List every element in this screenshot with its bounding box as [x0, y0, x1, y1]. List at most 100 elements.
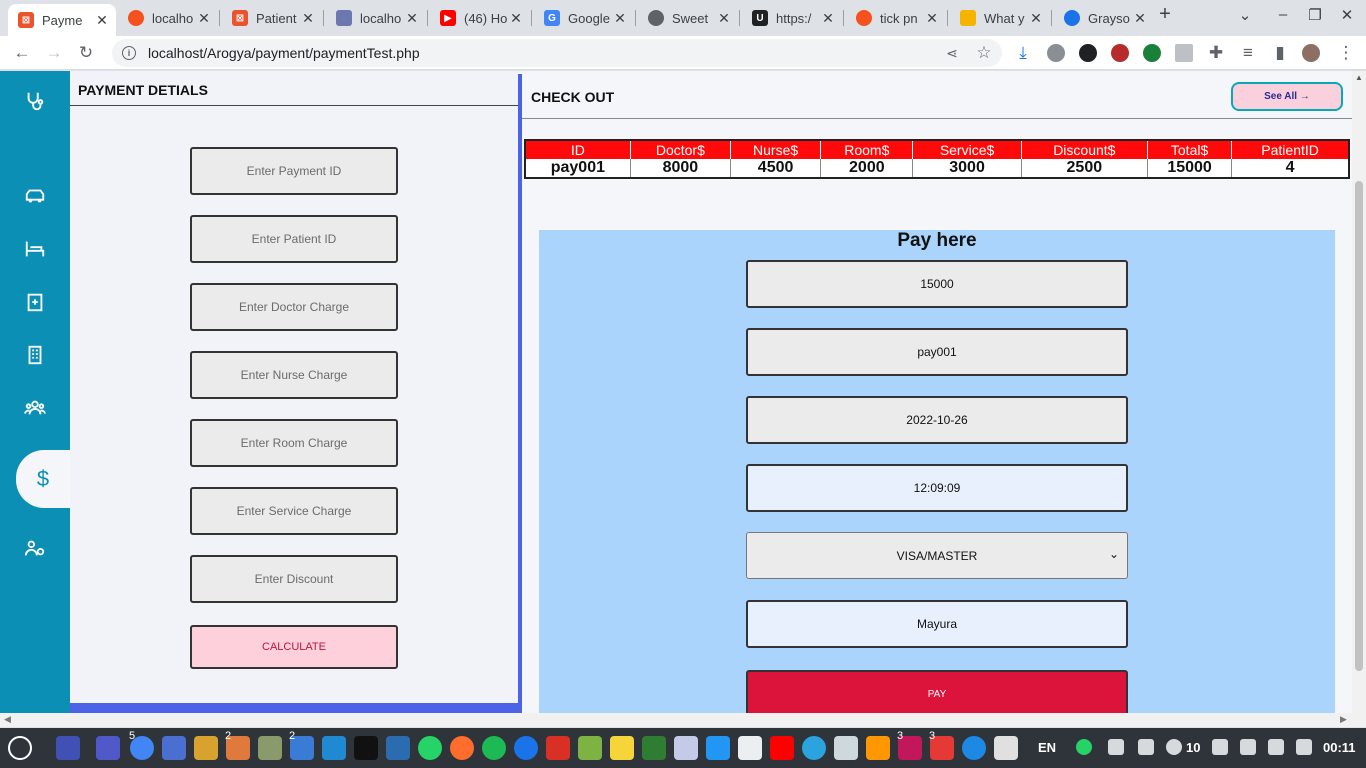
- tab-google[interactable]: G Google ✕: [534, 4, 634, 32]
- extension-gear-icon[interactable]: [1047, 44, 1065, 62]
- sidebar-item-ambulance[interactable]: [0, 176, 70, 216]
- telegram-icon[interactable]: [802, 736, 826, 760]
- zotero-icon[interactable]: [546, 736, 570, 760]
- monitor-app-icon[interactable]: [386, 736, 410, 760]
- close-icon[interactable]: ✕: [196, 10, 212, 27]
- pay-button[interactable]: PAY: [746, 670, 1128, 713]
- calculator-icon[interactable]: [578, 736, 602, 760]
- maps-icon[interactable]: [514, 736, 538, 760]
- patient-id-input[interactable]: Enter Patient ID: [190, 215, 398, 263]
- download-icon[interactable]: ⤓: [1011, 41, 1035, 65]
- bluetooth-app-icon[interactable]: [962, 736, 986, 760]
- close-icon[interactable]: ✕: [820, 10, 836, 27]
- forward-arrow-icon[interactable]: →: [42, 41, 66, 65]
- spotify-icon[interactable]: [482, 736, 506, 760]
- app-orange-icon[interactable]: [866, 736, 890, 760]
- notes-icon[interactable]: [610, 736, 634, 760]
- bluetooth-tray-icon[interactable]: [1108, 739, 1124, 755]
- info-icon[interactable]: i: [122, 46, 136, 60]
- tab-https[interactable]: U https:/ ✕: [742, 4, 842, 32]
- tab-what[interactable]: What y ✕: [950, 4, 1050, 32]
- minimize-icon[interactable]: –: [1271, 6, 1295, 23]
- sidebar-item-staff[interactable]: [0, 388, 70, 428]
- tab-payment[interactable]: ⊠ Payme ✕: [8, 4, 116, 36]
- volume-tray-icon[interactable]: [1166, 739, 1182, 755]
- tab-localhost-1[interactable]: localho ✕: [118, 4, 218, 32]
- tab-patient[interactable]: ⊠ Patient ✕: [222, 4, 322, 32]
- sidebar-item-users[interactable]: [0, 528, 70, 568]
- tab-search-chevron-icon[interactable]: ⌄: [1233, 6, 1257, 24]
- terminal-icon[interactable]: [354, 736, 378, 760]
- tab-localhost-2[interactable]: localho ✕: [326, 4, 426, 32]
- close-icon[interactable]: ✕: [94, 12, 110, 29]
- teams-icon[interactable]: [96, 736, 120, 760]
- extension-bug-icon[interactable]: [1111, 44, 1129, 62]
- tab-tick[interactable]: tick pn ✕: [846, 4, 946, 32]
- tab-grayscale[interactable]: Grayso ✕: [1054, 4, 1154, 32]
- share-icon[interactable]: ⋖: [940, 41, 964, 65]
- close-icon[interactable]: ✕: [924, 10, 940, 27]
- tab-sweet[interactable]: Sweet ✕: [638, 4, 738, 32]
- date-field[interactable]: 2022-10-26: [746, 396, 1128, 444]
- youtube-icon[interactable]: [770, 736, 794, 760]
- amount-field[interactable]: 15000: [746, 260, 1128, 308]
- service-charge-input[interactable]: Enter Service Charge: [190, 487, 398, 535]
- media-list-icon[interactable]: ≡: [1236, 41, 1260, 65]
- scroll-up-arrow-icon[interactable]: ▲: [1355, 73, 1363, 82]
- close-icon[interactable]: ✕: [404, 10, 420, 27]
- close-icon[interactable]: ✕: [1028, 10, 1044, 27]
- sidebar-item-rooms[interactable]: [0, 229, 70, 269]
- sidebar-item-records[interactable]: [0, 282, 70, 322]
- vertical-scrollbar[interactable]: ▲: [1352, 71, 1366, 713]
- close-icon[interactable]: ✕: [508, 10, 524, 27]
- payment-id-input[interactable]: Enter Payment ID: [190, 147, 398, 195]
- extension-doc-icon[interactable]: [1175, 44, 1193, 62]
- close-icon[interactable]: ✕: [300, 10, 316, 27]
- clipboard-tray-icon[interactable]: [1212, 739, 1228, 755]
- star-bookmark-icon[interactable]: ☆: [972, 41, 996, 65]
- page-icon[interactable]: [738, 736, 762, 760]
- whatsapp-tray-icon[interactable]: [1076, 739, 1092, 755]
- whatsapp-icon[interactable]: [418, 736, 442, 760]
- new-tab-plus-icon[interactable]: +: [1153, 3, 1177, 26]
- tab-youtube[interactable]: ▶ (46) Ho ✕: [430, 4, 530, 32]
- extension-beta-icon[interactable]: [1143, 44, 1161, 62]
- sidebar-item-payment[interactable]: $: [16, 450, 70, 508]
- sublime-icon[interactable]: [194, 736, 218, 760]
- maximize-icon[interactable]: ❐: [1303, 6, 1327, 24]
- reload-icon[interactable]: ↻: [74, 41, 98, 65]
- card-type-select[interactable]: VISA/MASTER ⌄: [746, 532, 1128, 579]
- firefox-icon[interactable]: [450, 736, 474, 760]
- calculate-button[interactable]: CALCULATE: [190, 625, 398, 669]
- profile-avatar[interactable]: [1302, 44, 1320, 62]
- show-desktop-icon[interactable]: [56, 736, 80, 760]
- settings-icon[interactable]: [994, 736, 1018, 760]
- sidebar-item-doctors[interactable]: [0, 81, 70, 121]
- clock[interactable]: 00:11: [1323, 740, 1356, 755]
- files-icon[interactable]: [162, 736, 186, 760]
- horizontal-scrollbar[interactable]: ◀ ▶: [0, 713, 1366, 727]
- payment-id-field[interactable]: pay001: [746, 328, 1128, 376]
- battery-tray-icon[interactable]: [1296, 739, 1312, 755]
- network-tray-icon[interactable]: [1240, 739, 1256, 755]
- doctor-charge-input[interactable]: Enter Doctor Charge: [190, 283, 398, 331]
- keyboard-language[interactable]: EN: [1038, 740, 1056, 755]
- scroll-left-arrow-icon[interactable]: ◀: [4, 714, 11, 725]
- document-icon[interactable]: [674, 736, 698, 760]
- nurse-charge-input[interactable]: Enter Nurse Charge: [190, 351, 398, 399]
- camera-icon[interactable]: [834, 736, 858, 760]
- shield-tray-icon[interactable]: [1138, 739, 1154, 755]
- network-icon[interactable]: [706, 736, 730, 760]
- vscode-icon[interactable]: [322, 736, 346, 760]
- time-field[interactable]: 12:09:09: [746, 464, 1128, 512]
- discount-input[interactable]: Enter Discount: [190, 555, 398, 603]
- name-field[interactable]: Mayura: [746, 600, 1128, 648]
- scrollbar-thumb[interactable]: [1355, 181, 1363, 671]
- music-tray-icon[interactable]: [1268, 739, 1284, 755]
- menu-launcher-icon[interactable]: [8, 736, 32, 760]
- window-close-icon[interactable]: ✕: [1335, 6, 1359, 24]
- close-icon[interactable]: ✕: [1132, 10, 1148, 27]
- menu-kebab-icon[interactable]: ⋮: [1334, 41, 1358, 65]
- extension-swirl-icon[interactable]: [1079, 44, 1097, 62]
- scroll-right-arrow-icon[interactable]: ▶: [1340, 714, 1347, 725]
